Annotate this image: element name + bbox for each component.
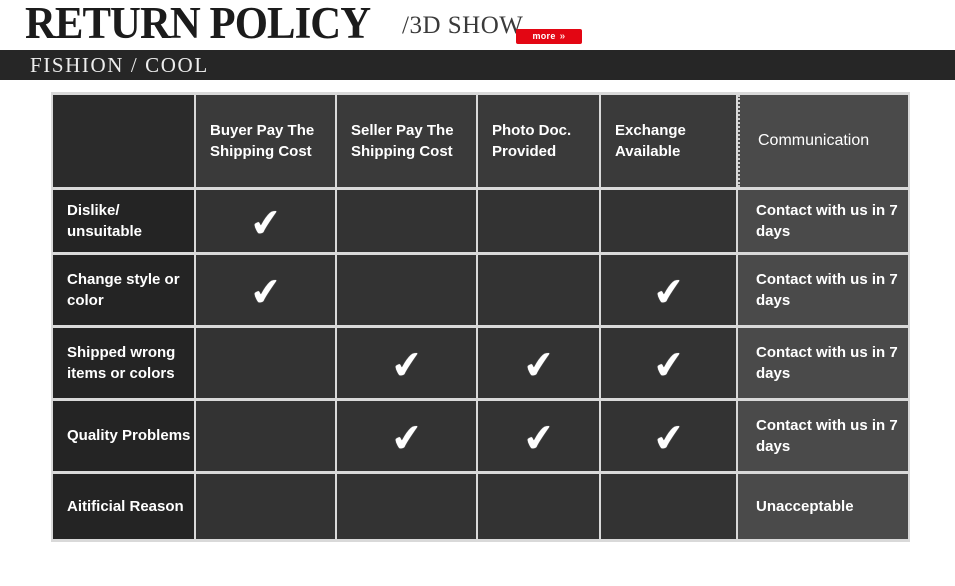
header-cell-seller-pay: Seller Pay The Shipping Cost — [337, 95, 476, 187]
check-icon: ✔ — [247, 199, 284, 247]
row-label-change-style-or-color: Change style or color — [53, 255, 194, 325]
more-button[interactable]: more » — [516, 29, 582, 44]
table-row: Quality Problems ✔ ✔ ✔ Contact with us i… — [53, 401, 908, 471]
cell-shipped-communication: Contact with us in 7 days — [738, 328, 908, 398]
check-icon: ✔ — [650, 341, 687, 389]
check-icon: ✔ — [247, 268, 284, 316]
cell-change-exchange: ✔ — [601, 255, 736, 325]
table-header-row: Buyer Pay The Shipping Cost Seller Pay T… — [53, 95, 908, 187]
cell-quality-exchange: ✔ — [601, 401, 736, 471]
header-cell-corner — [53, 95, 194, 187]
cell-quality-communication: Contact with us in 7 days — [738, 401, 908, 471]
title-row: RETURN POLICY /3D SHOW more » — [0, 0, 955, 50]
check-icon: ✔ — [388, 414, 425, 462]
check-icon: ✔ — [520, 414, 557, 462]
cell-aitificial-communication: Unacceptable — [738, 474, 908, 539]
header-cell-photo-doc: Photo Doc. Provided — [478, 95, 599, 187]
cell-change-photo-doc — [478, 255, 599, 325]
cell-aitificial-seller-pay — [337, 474, 476, 539]
check-icon: ✔ — [650, 268, 687, 316]
cell-aitificial-buyer-pay — [196, 474, 335, 539]
page-title: RETURN POLICY — [25, 0, 371, 48]
cell-shipped-photo-doc: ✔ — [478, 328, 599, 398]
row-label-aitificial-reason: Aitificial Reason — [53, 474, 194, 539]
check-icon: ✔ — [388, 341, 425, 389]
cell-shipped-seller-pay: ✔ — [337, 328, 476, 398]
cell-dislike-exchange — [601, 190, 736, 252]
cell-dislike-buyer-pay: ✔ — [196, 190, 335, 252]
table-row: Dislike/ unsuitable ✔ Contact with us in… — [53, 190, 908, 252]
row-label-quality-problems: Quality Problems — [53, 401, 194, 471]
cell-quality-seller-pay: ✔ — [337, 401, 476, 471]
header-cell-exchange: Exchange Available — [601, 95, 736, 187]
cell-dislike-photo-doc — [478, 190, 599, 252]
check-icon: ✔ — [520, 341, 557, 389]
more-button-label: more — [532, 31, 556, 41]
cell-change-buyer-pay: ✔ — [196, 255, 335, 325]
row-label-dislike-unsuitable: Dislike/ unsuitable — [53, 190, 194, 252]
check-icon: ✔ — [650, 414, 687, 462]
table-row: Change style or color ✔ ✔ Contact with u… — [53, 255, 908, 325]
page-subtitle: /3D SHOW — [402, 12, 524, 39]
cell-change-seller-pay — [337, 255, 476, 325]
cell-change-communication: Contact with us in 7 days — [738, 255, 908, 325]
cell-quality-buyer-pay — [196, 401, 335, 471]
table-row: Shipped wrong items or colors ✔ ✔ ✔ Cont… — [53, 328, 908, 398]
double-chevron-right-icon: » — [559, 30, 566, 42]
cell-dislike-seller-pay — [337, 190, 476, 252]
cell-shipped-buyer-pay — [196, 328, 335, 398]
cell-dislike-communication: Contact with us in 7 days — [738, 190, 908, 252]
table-row: Aitificial Reason Unacceptable — [53, 474, 908, 539]
header-cell-communication: Communication — [738, 95, 908, 187]
cell-shipped-exchange: ✔ — [601, 328, 736, 398]
cell-quality-photo-doc: ✔ — [478, 401, 599, 471]
cell-aitificial-photo-doc — [478, 474, 599, 539]
row-label-shipped-wrong-items-or-colors: Shipped wrong items or colors — [53, 328, 194, 398]
page-header: RETURN POLICY /3D SHOW more » FISHION / … — [0, 0, 955, 82]
return-policy-table-wrapper: Buyer Pay The Shipping Cost Seller Pay T… — [51, 92, 910, 556]
cell-aitificial-exchange — [601, 474, 736, 539]
header-cell-buyer-pay: Buyer Pay The Shipping Cost — [196, 95, 335, 187]
category-banner-label: FISHION / COOL — [30, 53, 209, 77]
return-policy-table: Buyer Pay The Shipping Cost Seller Pay T… — [51, 92, 910, 542]
category-banner: FISHION / COOL — [0, 50, 955, 80]
